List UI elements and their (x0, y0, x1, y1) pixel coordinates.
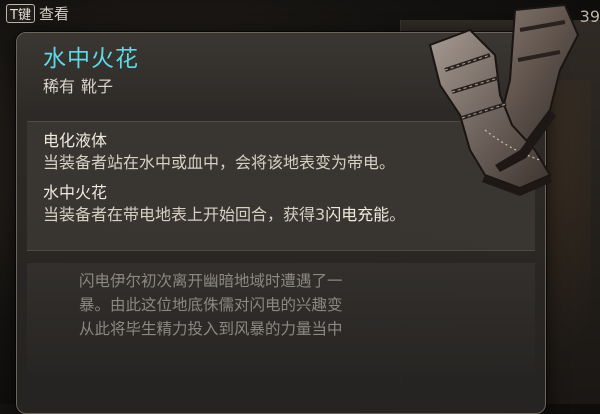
flavor-line: 闪电伊尔初次离开幽暗地域时遭遇了一 (79, 272, 343, 290)
ability-desc: 当装备者在带电地表上开始回合，获得3闪电充能。 (43, 204, 405, 226)
inspect-label: 查看 (38, 4, 69, 23)
item-rarity: 稀有 (43, 77, 76, 96)
ability-1: 电化液体 当装备者站在水中或血中，会将该地表变为带电。 (43, 130, 395, 174)
ability-name: 电化液体 (43, 131, 108, 150)
item-name: 水中火花 (43, 46, 139, 72)
item-type: 靴子 (81, 77, 114, 96)
flavor-line: 暴。由此这位地底侏儒对闪电的兴趣变 (79, 296, 343, 314)
flavor-line: 从此将毕生精力投入到风暴的力量当中 (79, 320, 343, 338)
ability-desc-text: 当装备者在带电地表上开始回合，获得3 (43, 205, 326, 224)
ability-2: 水中火花 当装备者在带电地表上开始回合，获得3闪电充能。 (43, 182, 405, 226)
inspect-hint[interactable]: T键 查看 (6, 2, 69, 24)
ability-desc: 当装备者站在水中或血中，会将该地表变为带电。 (43, 153, 396, 172)
flavor-text: 闪电伊尔初次离开幽暗地域时遭遇了一 暴。由此这位地底侏儒对闪电的兴趣变 从此将毕… (27, 263, 535, 373)
item-subtitle: 稀有 靴子 (43, 73, 113, 97)
ability-desc-end: 。 (389, 205, 406, 224)
boots-icon (428, 3, 580, 196)
ability-name: 水中火花 (43, 183, 108, 202)
ability-keyword[interactable]: 闪电充能 (325, 205, 389, 224)
t-key-icon: T键 (6, 3, 35, 23)
